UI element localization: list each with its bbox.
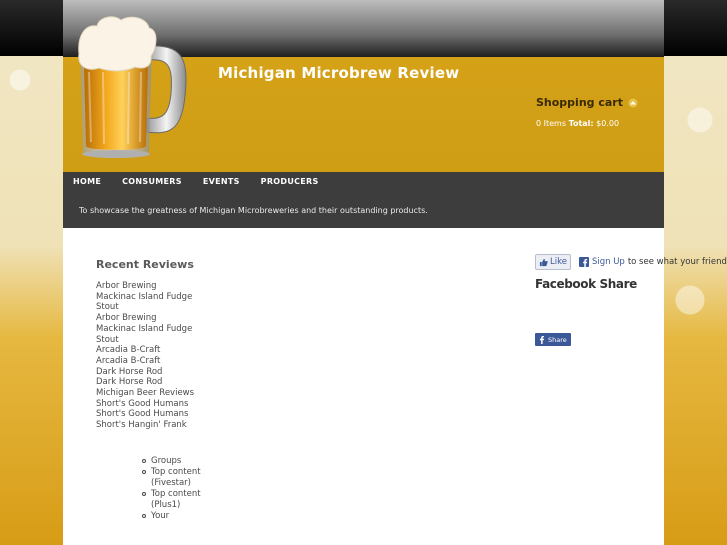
nav-link-groups[interactable]: Groups (142, 456, 201, 467)
review-link[interactable]: Arcadia B-Craft (96, 345, 206, 356)
menu-events[interactable]: EVENTS (203, 177, 251, 186)
review-link[interactable]: Mackinac Island Fudge Stout (96, 292, 206, 313)
review-link[interactable]: Dark Horse Rod (96, 377, 206, 388)
site-header: Michigan Microbrew Review Shopping cart … (63, 0, 664, 172)
thumbs-up-icon (539, 258, 548, 266)
nav-link-top-content-fivestar[interactable]: Top content (Fivestar) (142, 467, 201, 488)
beer-mug-logo[interactable] (77, 14, 187, 159)
primary-menu: HOME CONSUMERS EVENTS PRODUCERS (73, 177, 340, 186)
facebook-like-button[interactable]: Like (535, 254, 571, 270)
review-link[interactable]: Dark Horse Rod (96, 367, 206, 378)
page-wrapper: Michigan Microbrew Review Shopping cart … (63, 0, 727, 545)
site-title[interactable]: Michigan Microbrew Review (218, 64, 459, 82)
navigation-list: Groups Top content (Fivestar) Top conten… (141, 456, 201, 522)
facebook-share-heading: Facebook Share (535, 277, 637, 291)
site-slogan: To showcase the greatness of Michigan Mi… (79, 206, 428, 215)
cart-title-label: Shopping cart (536, 96, 623, 109)
review-link[interactable]: Short's Good Humans (96, 409, 206, 420)
facebook-icon (539, 336, 544, 344)
share-button-label: Share (548, 335, 567, 344)
facebook-icon (578, 257, 589, 267)
review-link[interactable]: Arbor Brewing (96, 281, 206, 292)
cart-summary: 0 Items Total: $0.00 (536, 119, 656, 128)
menu-home[interactable]: HOME (73, 177, 112, 186)
primary-navbar: HOME CONSUMERS EVENTS PRODUCERS To showc… (63, 172, 664, 228)
recent-reviews-title: Recent Reviews (96, 258, 194, 271)
menu-consumers[interactable]: CONSUMERS (122, 177, 193, 186)
facebook-like-widget: Like Sign Up to see what your friends li… (535, 254, 727, 270)
shopping-cart-block: Shopping cart 0 Items Total: $0.00 (536, 96, 656, 128)
review-link[interactable]: Arbor Brewing (96, 313, 206, 324)
review-link[interactable]: Michigan Beer Reviews (96, 388, 206, 399)
facebook-signup-text: to see what your friends like. (627, 257, 727, 267)
cart-total-label: Total: (568, 119, 594, 128)
cart-total-value: $0.00 (596, 119, 620, 128)
review-link[interactable]: Mackinac Island Fudge Stout (96, 324, 206, 345)
facebook-signup-link[interactable]: Sign Up (592, 257, 625, 267)
recent-reviews-list: Arbor Brewing Mackinac Island Fudge Stou… (96, 281, 206, 431)
like-label: Like (550, 257, 567, 267)
facebook-share-button[interactable]: Share (535, 333, 571, 346)
cart-title[interactable]: Shopping cart (536, 96, 656, 109)
nav-link-top-content-plus1[interactable]: Top content (Plus1) (142, 489, 201, 510)
cart-items: 0 Items (536, 119, 567, 128)
review-link[interactable]: Short's Hangin' Frank (96, 420, 206, 431)
caret-up-icon[interactable] (628, 98, 638, 108)
menu-producers[interactable]: PRODUCERS (261, 177, 330, 186)
review-link[interactable]: Arcadia B-Craft (96, 356, 206, 367)
nav-link-your[interactable]: Your (142, 511, 201, 522)
main-content: Recent Reviews Arbor Brewing Mackinac Is… (63, 228, 727, 545)
review-link[interactable]: Short's Good Humans (96, 399, 206, 410)
